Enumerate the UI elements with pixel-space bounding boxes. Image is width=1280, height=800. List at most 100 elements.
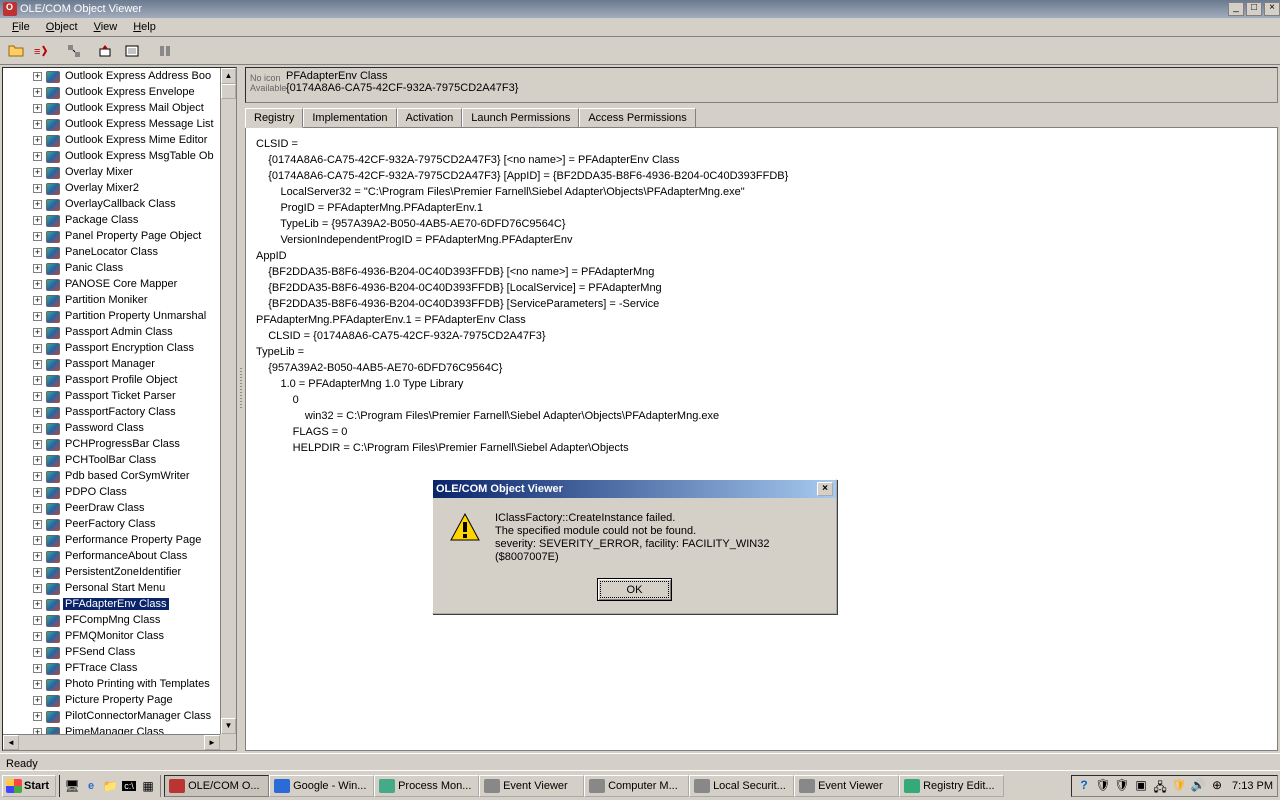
expand-icon[interactable]: + — [33, 392, 42, 401]
tree-item[interactable]: +Passport Encryption Class — [3, 340, 220, 356]
task-button[interactable]: Process Mon... — [374, 775, 479, 797]
ql-desktop-icon[interactable]: 🖥 — [63, 777, 81, 795]
expand-icon[interactable]: + — [33, 264, 42, 273]
tab-activation[interactable]: Activation — [397, 108, 463, 127]
expand-icon[interactable]: + — [33, 696, 42, 705]
tray-vol-icon[interactable]: 🔊 — [1190, 778, 1206, 794]
tree-item[interactable]: +Outlook Express Address Boo — [3, 68, 220, 84]
expand-icon[interactable]: + — [33, 536, 42, 545]
menu-object[interactable]: Object — [38, 19, 86, 35]
tray-help-icon[interactable]: ? — [1076, 778, 1092, 794]
tb-run[interactable] — [95, 40, 118, 62]
tree-vscroll[interactable]: ▲ ▼ — [220, 68, 236, 734]
expand-icon[interactable]: + — [33, 216, 42, 225]
task-button[interactable]: Registry Edit... — [899, 775, 1004, 797]
expand-icon[interactable]: + — [33, 280, 42, 289]
expand-icon[interactable]: + — [33, 120, 42, 129]
expand-icon[interactable]: + — [33, 520, 42, 529]
maximize-button[interactable]: □ — [1246, 2, 1262, 16]
expand-icon[interactable]: + — [33, 248, 42, 257]
tab-launch-permissions[interactable]: Launch Permissions — [462, 108, 579, 127]
ql-cmd-icon[interactable]: c:\ — [120, 777, 138, 795]
splitter[interactable] — [239, 65, 243, 753]
tree-item[interactable]: +PeerDraw Class — [3, 500, 220, 516]
tree-item[interactable]: +Panic Class — [3, 260, 220, 276]
tb-settings[interactable] — [153, 40, 176, 62]
tree-item[interactable]: +Photo Printing with Templates — [3, 676, 220, 692]
scroll-right-arrow[interactable]: ► — [204, 735, 220, 750]
tree-item[interactable]: +Partition Property Unmarshal — [3, 308, 220, 324]
task-button[interactable]: Event Viewer — [794, 775, 899, 797]
tree-item[interactable]: +Package Class — [3, 212, 220, 228]
system-tray[interactable]: ? 🛡 🛡 ▣ 🖧 🛡 🔊 ⊕ 7:13 PM — [1071, 775, 1278, 797]
expand-icon[interactable]: + — [33, 568, 42, 577]
menu-file[interactable]: File — [4, 19, 38, 35]
minimize-button[interactable]: _ — [1228, 2, 1244, 16]
tray-shield1-icon[interactable]: 🛡 — [1095, 778, 1111, 794]
expand-icon[interactable]: + — [33, 504, 42, 513]
tree-item[interactable]: +PCHToolBar Class — [3, 452, 220, 468]
expand-icon[interactable]: + — [33, 184, 42, 193]
tree-item[interactable]: +PersistentZoneIdentifier — [3, 564, 220, 580]
expand-icon[interactable]: + — [33, 376, 42, 385]
tree-item[interactable]: +PFMQMonitor Class — [3, 628, 220, 644]
task-button[interactable]: Event Viewer — [479, 775, 584, 797]
expand-icon[interactable]: + — [33, 440, 42, 449]
task-button[interactable]: OLE/COM O... — [164, 775, 269, 797]
tree-item[interactable]: +Picture Property Page — [3, 692, 220, 708]
tree-item[interactable]: +Outlook Express Message List — [3, 116, 220, 132]
tree-item[interactable]: +Overlay Mixer — [3, 164, 220, 180]
expand-icon[interactable]: + — [33, 328, 42, 337]
tree-hscroll[interactable]: ◄ ► — [3, 734, 220, 750]
expand-icon[interactable]: + — [33, 616, 42, 625]
tree-item[interactable]: +Password Class — [3, 420, 220, 436]
tree-item[interactable]: +Passport Manager — [3, 356, 220, 372]
tree-item[interactable]: +Panel Property Page Object — [3, 228, 220, 244]
tree-item[interactable]: +PeerFactory Class — [3, 516, 220, 532]
tb-config[interactable] — [120, 40, 143, 62]
ql-ie-icon[interactable]: e — [82, 777, 100, 795]
tray-update-icon[interactable]: ⊕ — [1209, 778, 1225, 794]
tray-shield2-icon[interactable]: 🛡 — [1114, 778, 1130, 794]
start-button[interactable]: Start — [2, 775, 56, 797]
scroll-up-arrow[interactable]: ▲ — [221, 68, 236, 84]
dialog-close-button[interactable]: × — [817, 482, 833, 496]
tray-net-icon[interactable]: 🖧 — [1152, 778, 1168, 794]
tree-item[interactable]: +Outlook Express MsgTable Ob — [3, 148, 220, 164]
expand-icon[interactable]: + — [33, 152, 42, 161]
tree-item[interactable]: +Outlook Express Envelope — [3, 84, 220, 100]
tree-item[interactable]: +PFTrace Class — [3, 660, 220, 676]
tree-item[interactable]: +Outlook Express Mime Editor — [3, 132, 220, 148]
menu-view[interactable]: View — [86, 19, 126, 35]
tree-item[interactable]: +Pdb based CorSymWriter — [3, 468, 220, 484]
expand-icon[interactable]: + — [33, 296, 42, 305]
tree-item[interactable]: +PFSend Class — [3, 644, 220, 660]
scroll-thumb[interactable] — [221, 84, 236, 99]
tree-item[interactable]: +Passport Ticket Parser — [3, 388, 220, 404]
tree-item[interactable]: +Personal Start Menu — [3, 580, 220, 596]
tree-item[interactable]: +PilotConnectorManager Class — [3, 708, 220, 724]
tree-item[interactable]: +Performance Property Page — [3, 532, 220, 548]
tree-view[interactable]: +Outlook Express Address Boo+Outlook Exp… — [3, 68, 220, 734]
tray-vm-icon[interactable]: ▣ — [1133, 778, 1149, 794]
task-button[interactable]: Local Securit... — [689, 775, 794, 797]
expand-icon[interactable]: + — [33, 360, 42, 369]
expand-icon[interactable]: + — [33, 344, 42, 353]
expand-icon[interactable]: + — [33, 232, 42, 241]
dialog-title-bar[interactable]: OLE/COM Object Viewer × — [433, 480, 836, 498]
expand-icon[interactable]: + — [33, 712, 42, 721]
tree-item[interactable]: +OverlayCallback Class — [3, 196, 220, 212]
expand-icon[interactable]: + — [33, 648, 42, 657]
tree-item[interactable]: +PimeManager Class — [3, 724, 220, 734]
expand-icon[interactable]: + — [33, 632, 42, 641]
ql-app-icon[interactable]: ▦ — [139, 777, 157, 795]
expand-icon[interactable]: + — [33, 600, 42, 609]
tree-item[interactable]: +PaneLocator Class — [3, 244, 220, 260]
expand-icon[interactable]: + — [33, 72, 42, 81]
tab-registry[interactable]: Registry — [245, 108, 303, 128]
close-button[interactable]: × — [1264, 2, 1280, 16]
tb-open[interactable] — [4, 40, 27, 62]
expand-icon[interactable]: + — [33, 472, 42, 481]
expand-icon[interactable]: + — [33, 408, 42, 417]
tree-item[interactable]: +PFCompMng Class — [3, 612, 220, 628]
